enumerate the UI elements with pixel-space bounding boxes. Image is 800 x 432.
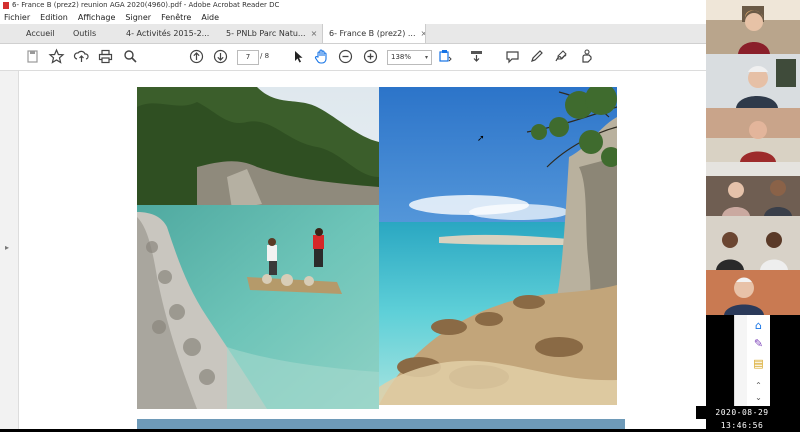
mouse-cursor-icon: ➚: [477, 134, 485, 144]
pdf-app-icon: [3, 2, 9, 9]
tab-document-4[interactable]: 4- Activités 2015-2...×: [126, 24, 214, 43]
video-tile-participant-3: [706, 108, 800, 162]
chevron-right-icon: ▸: [5, 243, 10, 252]
hand-tool-icon[interactable]: [313, 48, 330, 65]
search-icon[interactable]: [122, 48, 139, 65]
next-page-image-edge: [137, 419, 625, 429]
select-cursor-icon[interactable]: [289, 48, 306, 65]
zoom-level-select[interactable]: 138% ▾: [387, 50, 432, 65]
tab-label: 4- Activités 2015-2...: [126, 29, 210, 38]
tab-document-6[interactable]: 6- France B (prez2) ... ×: [322, 24, 426, 43]
chevron-down-icon: ▾: [424, 54, 428, 61]
menu-aide[interactable]: Aide: [201, 13, 219, 22]
acrobat-window: 6- France B (prez2) reunion AGA 2020(496…: [0, 0, 706, 429]
tab-document-5[interactable]: 5- PNLb Parc Natu... ×: [226, 24, 318, 43]
page-fit-icon[interactable]: [437, 48, 454, 65]
close-icon[interactable]: ×: [421, 29, 425, 38]
pen-icon[interactable]: [528, 48, 545, 65]
menu-edition[interactable]: Edition: [40, 13, 68, 22]
title-bar: 6- France B (prez2) reunion AGA 2020(496…: [0, 0, 706, 11]
menu-fichier[interactable]: Fichier: [4, 13, 30, 22]
zoom-in-icon[interactable]: [362, 48, 379, 65]
window-title: 6- France B (prez2) reunion AGA 2020(496…: [12, 1, 280, 9]
menu-affichage[interactable]: Affichage: [78, 13, 116, 22]
save-icon[interactable]: [24, 48, 41, 65]
chevron-down-icon[interactable]: ⌄: [752, 391, 765, 404]
navigation-pane-toggle[interactable]: ▸: [0, 71, 19, 429]
video-tile-participant-6: [706, 270, 800, 315]
photo-turquoise-bay: [379, 87, 617, 405]
photo-shore-workers: [137, 87, 379, 409]
tab-outils[interactable]: Outils: [73, 24, 96, 43]
page-total: / 8: [260, 52, 270, 60]
video-tile-participant-1: [706, 0, 800, 54]
recording-timestamp: 2020-08-29 13:46:56: [696, 406, 788, 430]
menu-fenetre[interactable]: Fenêtre: [161, 13, 191, 22]
tab-accueil[interactable]: Accueil: [26, 24, 55, 43]
zoom-out-icon[interactable]: [337, 48, 354, 65]
arrow-up-circle-icon[interactable]: [188, 48, 205, 65]
zoom-value: 138%: [391, 53, 412, 61]
pdf-page: [31, 71, 691, 429]
video-tile-participant-5: [706, 216, 800, 270]
menu-bar: Fichier Edition Affichage Signer Fenêtre Aide: [0, 11, 706, 24]
star-icon[interactable]: [48, 48, 65, 65]
tab-label: 6- France B (prez2) ...: [329, 29, 416, 38]
home-icon[interactable]: ⌂: [752, 319, 765, 332]
document-view[interactable]: [19, 71, 706, 429]
vertical-scrollbar[interactable]: [734, 315, 748, 415]
tab-bar: Accueil Outils 4- Activités 2015-2...× 5…: [0, 24, 706, 44]
print-icon[interactable]: [97, 48, 114, 65]
tab-label: 5- PNLb Parc Natu...: [226, 29, 306, 38]
scroll-mode-icon[interactable]: [468, 48, 485, 65]
arrow-down-circle-icon[interactable]: [212, 48, 229, 65]
page-number-input[interactable]: 7: [237, 50, 259, 65]
video-tile-participant-4: [706, 162, 800, 216]
close-icon[interactable]: ×: [311, 29, 318, 38]
right-tools-pane: ⌂ ✎ ▤ ⌃ ⌄: [747, 315, 770, 415]
share-icon[interactable]: [578, 48, 595, 65]
comment-icon[interactable]: [504, 48, 521, 65]
upload-icon[interactable]: [73, 48, 90, 65]
menu-signer[interactable]: Signer: [125, 13, 151, 22]
sign-icon[interactable]: [553, 48, 570, 65]
tab-label: Outils: [73, 29, 97, 38]
video-tile-participant-2: [706, 54, 800, 108]
export-pdf-icon[interactable]: ▤: [752, 357, 765, 370]
fill-sign-icon[interactable]: ✎: [752, 337, 765, 350]
toolbar: 7 / 8 138% ▾: [0, 44, 706, 71]
tab-label: Accueil: [26, 29, 55, 38]
